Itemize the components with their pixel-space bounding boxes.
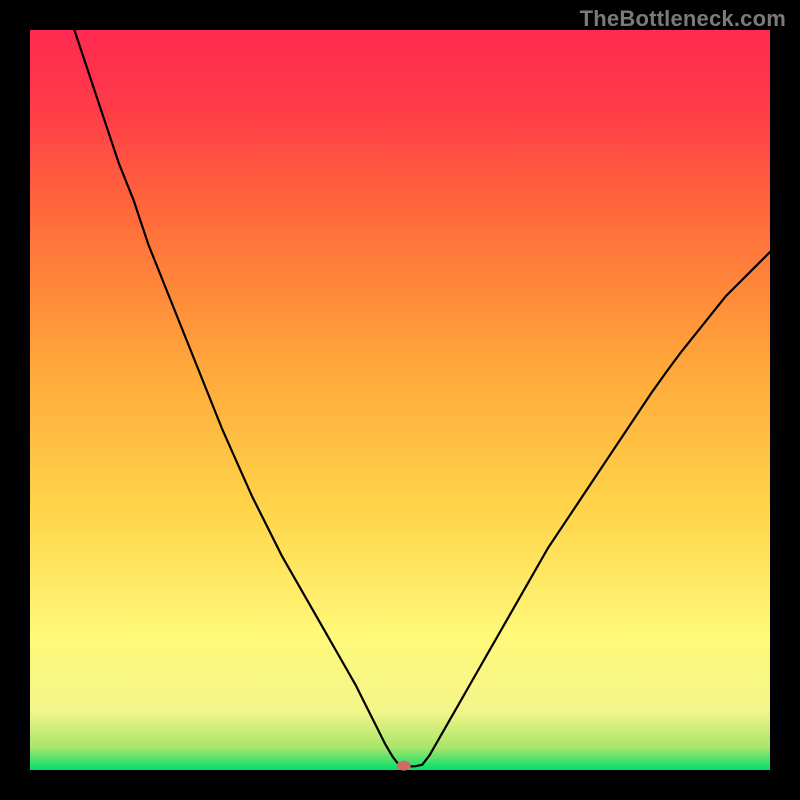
optimal-marker [397,761,411,771]
chart-svg [0,0,800,800]
chart-frame: TheBottleneck.com [0,0,800,800]
plot-background [30,30,770,770]
